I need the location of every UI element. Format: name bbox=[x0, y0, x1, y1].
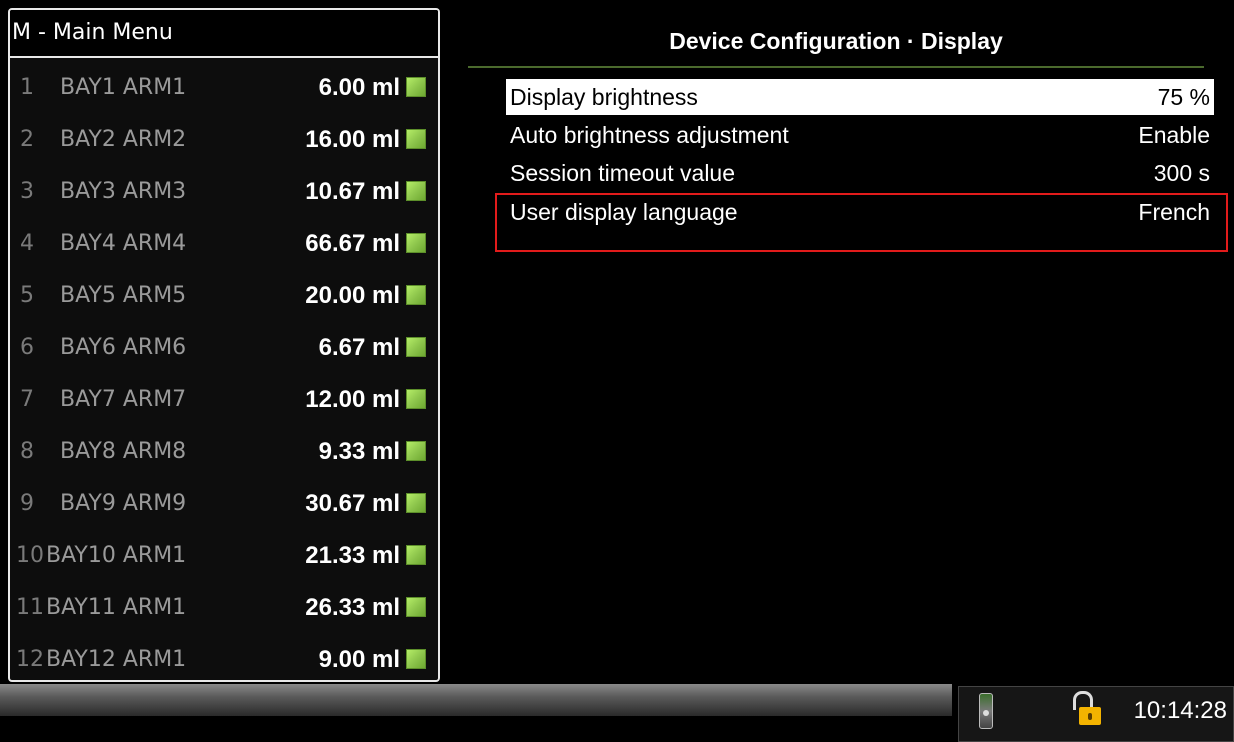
setting-value: Enable bbox=[1138, 122, 1210, 148]
menu-item-number: 7 bbox=[20, 387, 34, 412]
padlock-body bbox=[1079, 707, 1101, 725]
menu-item-10[interactable]: 10 BAY10 ARM1 21.33 ml bbox=[10, 530, 438, 582]
menu-item-name: BAY8 ARM8 bbox=[60, 439, 187, 464]
status-led-icon bbox=[406, 649, 426, 669]
status-led-icon bbox=[406, 337, 426, 357]
status-bar: 10:14:28 bbox=[0, 684, 1234, 742]
main-menu-title: M - Main Menu bbox=[10, 10, 438, 58]
setting-value: 75 % bbox=[1157, 84, 1210, 110]
menu-item-volume: 6.00 ml bbox=[318, 74, 400, 101]
status-led-icon bbox=[406, 285, 426, 305]
status-led-icon bbox=[406, 493, 426, 513]
status-led-icon bbox=[406, 181, 426, 201]
menu-item-volume: 66.67 ml bbox=[305, 230, 400, 257]
menu-item-name: BAY5 ARM5 bbox=[60, 283, 187, 308]
menu-item-name: BAY1 ARM1 bbox=[60, 75, 187, 100]
menu-item-name: BAY11 ARM1 bbox=[46, 595, 187, 620]
status-led-icon bbox=[406, 597, 426, 617]
setting-auto-brightness[interactable]: Auto brightness adjustment Enable bbox=[506, 117, 1214, 153]
status-led-icon bbox=[406, 129, 426, 149]
highlight-box bbox=[495, 193, 1228, 252]
menu-item-6[interactable]: 6 BAY6 ARM6 6.67 ml bbox=[10, 322, 438, 374]
menu-item-8[interactable]: 8 BAY8 ARM8 9.33 ml bbox=[10, 426, 438, 478]
menu-item-5[interactable]: 5 BAY5 ARM5 20.00 ml bbox=[10, 270, 438, 322]
menu-item-name: BAY2 ARM2 bbox=[60, 127, 187, 152]
remote-control-icon[interactable] bbox=[979, 693, 993, 729]
menu-item-number: 3 bbox=[20, 179, 34, 204]
status-led-icon bbox=[406, 389, 426, 409]
menu-item-number: 2 bbox=[20, 127, 34, 152]
status-led-icon bbox=[406, 441, 426, 461]
main-menu-panel: M - Main Menu 1 BAY1 ARM1 6.00 ml 2 BAY2… bbox=[8, 8, 440, 682]
menu-item-volume: 20.00 ml bbox=[305, 282, 400, 309]
menu-item-number: 11 bbox=[16, 595, 44, 620]
menu-item-number: 12 bbox=[16, 647, 44, 672]
menu-item-volume: 26.33 ml bbox=[305, 594, 400, 621]
menu-item-3[interactable]: 3 BAY3 ARM3 10.67 ml bbox=[10, 166, 438, 218]
menu-item-name: BAY10 ARM1 bbox=[46, 543, 187, 568]
menu-item-number: 1 bbox=[20, 75, 34, 100]
menu-item-12[interactable]: 12 BAY12 ARM1 9.00 ml bbox=[10, 634, 438, 680]
setting-label: Auto brightness adjustment bbox=[510, 122, 789, 148]
setting-label: Session timeout value bbox=[510, 160, 736, 186]
status-led-icon bbox=[406, 545, 426, 565]
setting-label: Display brightness bbox=[510, 84, 698, 110]
menu-item-number: 10 bbox=[16, 543, 44, 568]
menu-item-name: BAY3 ARM3 bbox=[60, 179, 187, 204]
menu-item-volume: 9.00 ml bbox=[318, 646, 400, 673]
menu-item-name: BAY4 ARM4 bbox=[60, 231, 187, 256]
menu-item-11[interactable]: 11 BAY11 ARM1 26.33 ml bbox=[10, 582, 438, 634]
menu-item-volume: 9.33 ml bbox=[318, 438, 400, 465]
menu-item-name: BAY9 ARM9 bbox=[60, 491, 187, 516]
unlocked-padlock-icon[interactable] bbox=[1071, 691, 1101, 725]
menu-item-number: 4 bbox=[20, 231, 34, 256]
page-title: Device Configuration · Display bbox=[468, 18, 1204, 68]
menu-item-number: 9 bbox=[20, 491, 34, 516]
menu-item-volume: 6.67 ml bbox=[318, 334, 400, 361]
setting-value: 300 s bbox=[1153, 160, 1210, 186]
menu-item-name: BAY7 ARM7 bbox=[60, 387, 187, 412]
menu-item-number: 6 bbox=[20, 335, 34, 360]
status-led-icon bbox=[406, 233, 426, 253]
menu-item-volume: 10.67 ml bbox=[305, 178, 400, 205]
menu-item-2[interactable]: 2 BAY2 ARM2 16.00 ml bbox=[10, 114, 438, 166]
menu-item-4[interactable]: 4 BAY4 ARM4 66.67 ml bbox=[10, 218, 438, 270]
menu-item-9[interactable]: 9 BAY9 ARM9 30.67 ml bbox=[10, 478, 438, 530]
menu-item-volume: 30.67 ml bbox=[305, 490, 400, 517]
menu-item-name: BAY6 ARM6 bbox=[60, 335, 187, 360]
menu-item-volume: 12.00 ml bbox=[305, 386, 400, 413]
menu-item-name: BAY12 ARM1 bbox=[46, 647, 187, 672]
menu-item-volume: 16.00 ml bbox=[305, 126, 400, 153]
status-tray: 10:14:28 bbox=[958, 686, 1234, 742]
status-led-icon bbox=[406, 77, 426, 97]
setting-display-brightness[interactable]: Display brightness 75 % bbox=[506, 79, 1214, 115]
menu-item-number: 5 bbox=[20, 283, 34, 308]
menu-item-number: 8 bbox=[20, 439, 34, 464]
setting-session-timeout[interactable]: Session timeout value 300 s bbox=[506, 155, 1214, 191]
menu-item-volume: 21.33 ml bbox=[305, 542, 400, 569]
clock: 10:14:28 bbox=[1133, 697, 1227, 724]
menu-item-1[interactable]: 1 BAY1 ARM1 6.00 ml bbox=[10, 62, 438, 114]
status-bar-left bbox=[0, 684, 952, 716]
menu-item-7[interactable]: 7 BAY7 ARM7 12.00 ml bbox=[10, 374, 438, 426]
